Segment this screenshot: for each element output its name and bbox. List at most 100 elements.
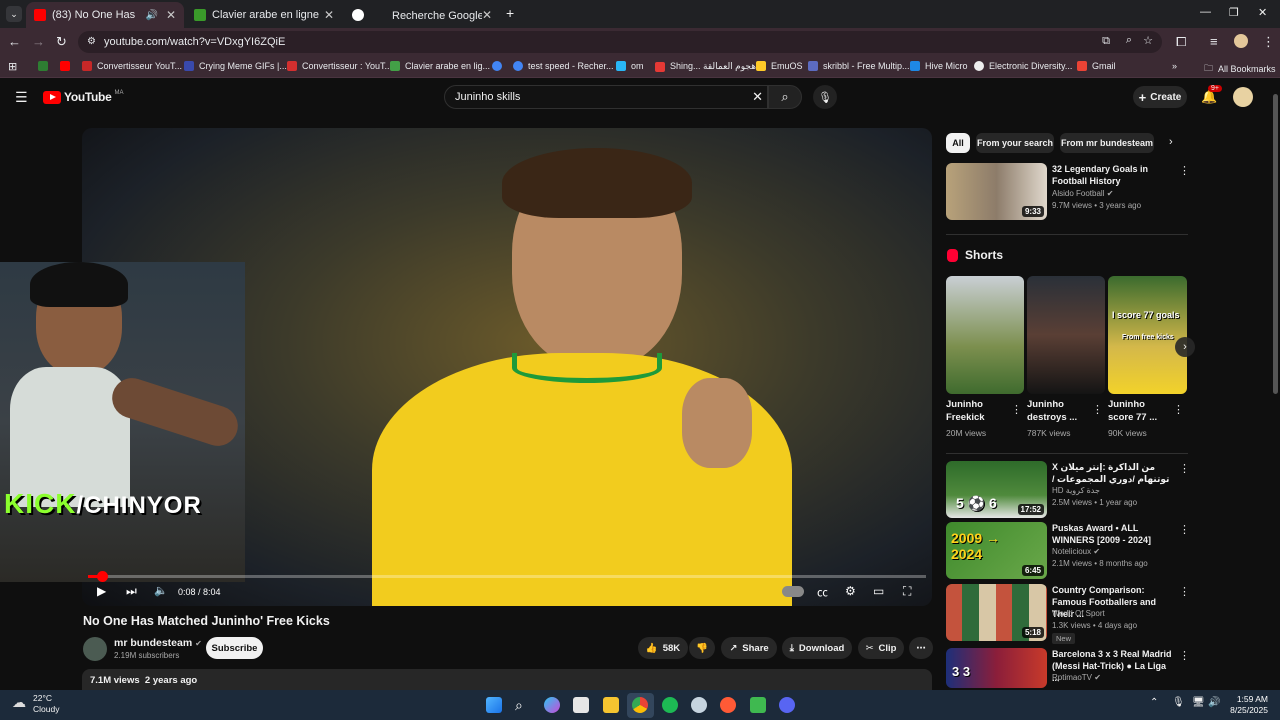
short-thumbnail[interactable]: [1027, 276, 1105, 394]
tab-search-icon[interactable]: ⌄: [6, 6, 22, 22]
all-bookmarks-button[interactable]: 🗀 All Bookmarks: [1204, 61, 1276, 77]
video-channel[interactable]: World Of Sport: [1052, 608, 1105, 620]
search-input[interactable]: Juninho skills ✕: [444, 85, 768, 109]
bookmark-3[interactable]: Crying Meme GIFs |...: [184, 61, 287, 71]
tab-youtube[interactable]: (83) No One Has Matched J 🔊 ✕: [26, 2, 184, 28]
short-thumbnail[interactable]: I score 77 goals From free kicks: [1108, 276, 1187, 394]
speaker-icon[interactable]: 🔊: [145, 10, 157, 21]
apps-icon[interactable]: ⊞: [8, 60, 17, 73]
scrollbar-thumb[interactable]: [1273, 94, 1278, 394]
dislike-button[interactable]: 👎: [689, 637, 715, 659]
search-button[interactable]: ⌕: [768, 85, 802, 109]
clock[interactable]: 1:59 AM 8/25/2025: [1222, 694, 1268, 716]
video-title[interactable]: Puskas Award • ALL WINNERS [2009 - 2024]: [1052, 522, 1174, 546]
video-channel[interactable]: RptimaoTV ✔: [1052, 672, 1101, 684]
profile-avatar[interactable]: [1234, 34, 1248, 48]
more-vertical-icon[interactable]: ⋮: [1179, 585, 1190, 598]
volume-icon[interactable]: 🔈: [154, 584, 168, 597]
bookmark-14[interactable]: Gmail: [1077, 61, 1116, 71]
chrome-icon[interactable]: [632, 697, 648, 713]
new-tab-button[interactable]: +: [506, 5, 514, 21]
clear-search-icon[interactable]: ✕: [752, 89, 763, 105]
media-control-icon[interactable]: ≡: [1210, 34, 1218, 49]
store-icon[interactable]: [573, 697, 589, 713]
copilot-icon[interactable]: [544, 697, 560, 713]
account-avatar[interactable]: [1233, 87, 1253, 107]
notifications-button[interactable]: 🔔 9+: [1201, 85, 1222, 105]
tray-network-icon[interactable]: 🖥: [1192, 697, 1205, 708]
more-vertical-icon[interactable]: ⋮: [1179, 164, 1190, 177]
forward-arrow-icon[interactable]: →: [32, 34, 45, 49]
bookmark-12[interactable]: Hive Micro: [910, 61, 968, 71]
video-progress-bar[interactable]: [88, 571, 926, 582]
bookmark-1[interactable]: [60, 61, 75, 71]
zoom-icon[interactable]: ⌕: [1126, 34, 1132, 47]
menu-icon[interactable]: ☰: [15, 89, 28, 106]
extensions-icon[interactable]: ⧠: [1176, 34, 1186, 50]
start-icon[interactable]: [486, 697, 502, 713]
bookmark-7[interactable]: test speed - Recher...: [513, 61, 614, 71]
bookmark-9[interactable]: Shing... هجوم العمالقة: [655, 61, 756, 72]
bookmark-2[interactable]: Convertisseur YouT...: [82, 61, 182, 71]
tray-overflow-icon[interactable]: ⌃: [1150, 697, 1158, 708]
chip-all[interactable]: All: [946, 133, 970, 153]
tray-volume-icon[interactable]: 🔊: [1208, 697, 1220, 708]
clip-button[interactable]: ✂ Clip: [858, 637, 904, 659]
share-button[interactable]: ↗ Share: [721, 637, 777, 659]
short-title[interactable]: Juninho Freekick: [946, 398, 1002, 424]
more-vertical-icon[interactable]: ⋮: [1173, 403, 1184, 416]
subscribe-button[interactable]: Subscribe: [206, 637, 263, 659]
minimize-icon[interactable]: —: [1200, 6, 1211, 18]
more-vertical-icon[interactable]: ⋮: [1092, 403, 1103, 416]
chips-next-icon[interactable]: ›: [1169, 136, 1173, 148]
browser-menu-icon[interactable]: ⋮: [1262, 34, 1275, 50]
video-thumbnail[interactable]: 5 ⚽ 6 17:52: [946, 461, 1047, 518]
theater-mode-icon[interactable]: ▭: [873, 584, 884, 598]
tab-google[interactable]: Recherche Google - جوزيهو ✕: [344, 2, 500, 28]
bookmark-13[interactable]: Electronic Diversity...: [974, 61, 1072, 71]
create-button[interactable]: + Create: [1133, 86, 1187, 108]
video-title[interactable]: من الذاكرة :إنتر ميلان X توتنهام /دوري ا…: [1052, 461, 1174, 485]
tray-microphone-icon[interactable]: 🎙: [1172, 697, 1185, 708]
youtube-logo[interactable]: YouTube MA: [43, 90, 123, 104]
video-channel[interactable]: Notelicioux ✔: [1052, 546, 1100, 558]
bookmark-10[interactable]: EmuOS: [756, 61, 803, 71]
video-channel[interactable]: HD جدة كروية: [1052, 485, 1100, 497]
game-launcher-icon[interactable]: [750, 697, 766, 713]
more-vertical-icon[interactable]: ⋮: [1179, 523, 1190, 536]
fullscreen-icon[interactable]: ⛶: [903, 584, 911, 599]
tab-lexilog[interactable]: Clavier arabe en ligne • Lexilog ✕: [186, 2, 342, 28]
video-thumbnail[interactable]: 2009 → 2024 6:45: [946, 522, 1047, 579]
captions-icon[interactable]: ㏄: [817, 584, 828, 600]
video-thumbnail[interactable]: 9:33: [946, 163, 1047, 220]
channel-avatar[interactable]: [83, 637, 107, 661]
back-arrow-icon[interactable]: ←: [8, 34, 21, 49]
more-vertical-icon[interactable]: ⋮: [1011, 403, 1022, 416]
short-title[interactable]: Juninho destroys ...: [1027, 398, 1083, 424]
install-icon[interactable]: ⧉: [1102, 35, 1110, 48]
download-button[interactable]: ⤓ Download: [782, 637, 852, 659]
bookmark-0[interactable]: [38, 61, 53, 71]
more-vertical-icon[interactable]: ⋮: [1179, 649, 1190, 662]
bookmark-8[interactable]: om: [616, 61, 644, 71]
discord-icon[interactable]: [779, 697, 795, 713]
video-channel[interactable]: Alsido Football ✔: [1052, 188, 1113, 200]
maximize-icon[interactable]: ❐: [1229, 6, 1239, 19]
spotify-icon[interactable]: [662, 697, 678, 713]
video-thumbnail[interactable]: 5:18: [946, 584, 1047, 641]
bookmark-star-icon[interactable]: ☆: [1143, 34, 1153, 47]
bookmark-5[interactable]: Clavier arabe en lig...: [390, 61, 490, 71]
reload-icon[interactable]: ↻: [56, 34, 67, 50]
bookmark-4[interactable]: Convertisseur : YouT...: [287, 61, 392, 71]
next-button[interactable]: ⏭: [126, 584, 137, 599]
autoplay-toggle[interactable]: [782, 586, 804, 597]
voice-search-button[interactable]: 🎙: [813, 85, 837, 109]
more-actions-button[interactable]: ⋯: [909, 637, 933, 659]
site-info-icon[interactable]: ⚙: [87, 36, 96, 47]
play-button[interactable]: ▶: [97, 584, 106, 598]
channel-name[interactable]: mr bundesteam ✔: [114, 637, 202, 649]
file-explorer-icon[interactable]: [603, 697, 619, 713]
shorts-next-button[interactable]: ›: [1175, 337, 1195, 357]
video-thumbnail[interactable]: 3 3: [946, 648, 1047, 688]
bookmark-6[interactable]: [492, 61, 507, 71]
